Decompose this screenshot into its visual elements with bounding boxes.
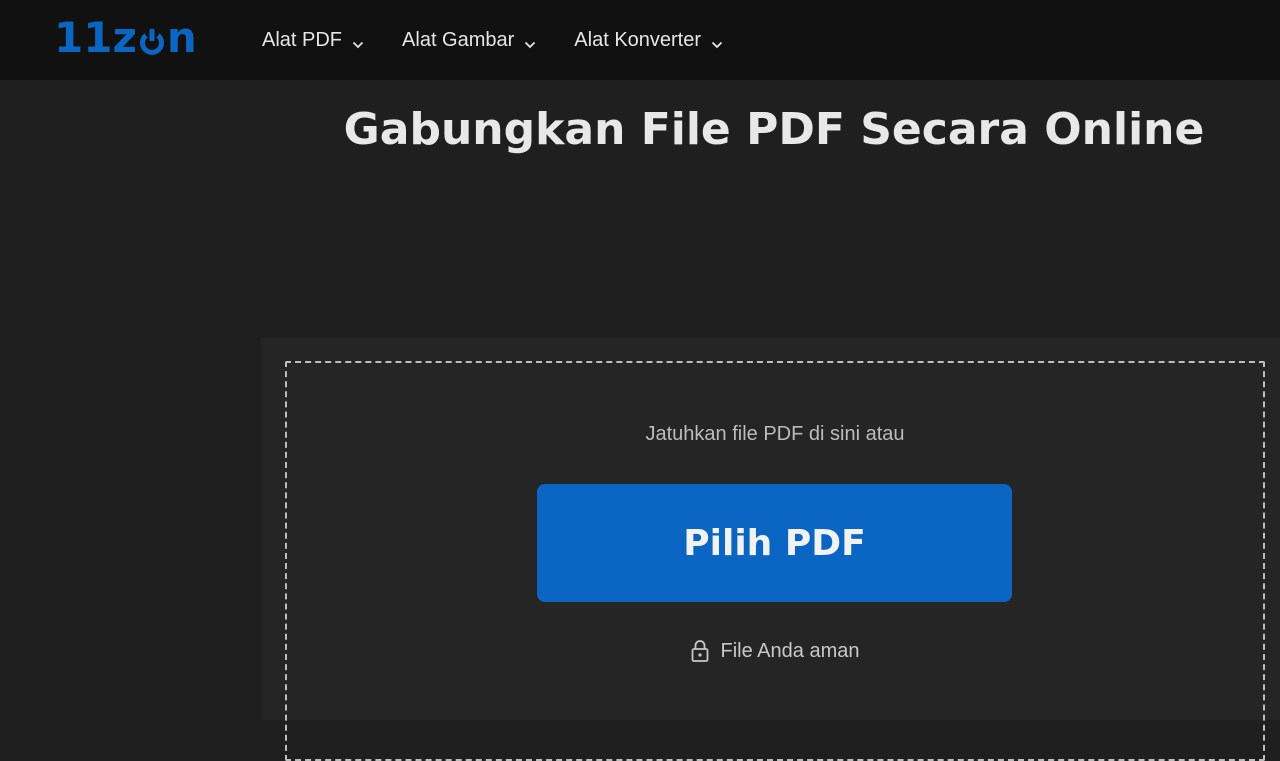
site-logo[interactable]: 11z n <box>54 14 197 62</box>
choose-pdf-button[interactable]: Pilih PDF <box>537 484 1012 602</box>
security-note-text: File Anda aman <box>720 639 860 662</box>
nav-item-label: Alat Konverter <box>574 28 702 51</box>
logo-text-prefix: 11z <box>54 13 137 62</box>
lock-icon <box>691 639 709 663</box>
main-nav: Alat PDF Alat Gambar Alat Konverter <box>262 0 761 80</box>
chevron-down-icon <box>711 34 723 49</box>
nav-item-label: Alat Gambar <box>402 28 515 51</box>
logo-text-suffix: n <box>166 13 197 62</box>
nav-item-image-tools[interactable]: Alat Gambar <box>402 29 536 52</box>
chevron-down-icon <box>524 34 536 49</box>
upload-panel: Jatuhkan file PDF di sini atau Pilih PDF… <box>261 338 1280 761</box>
nav-item-label: Alat PDF <box>262 28 343 51</box>
nav-item-converter-tools[interactable]: Alat Konverter <box>574 29 723 52</box>
nav-item-pdf-tools[interactable]: Alat PDF <box>262 29 364 52</box>
power-icon <box>139 29 165 55</box>
page-title: Gabungkan File PDF Secara Online <box>343 104 1205 155</box>
security-note: File Anda aman <box>287 639 1263 663</box>
file-dropzone[interactable]: Jatuhkan file PDF di sini atau Pilih PDF… <box>285 361 1265 761</box>
chevron-down-icon <box>352 34 364 49</box>
top-navbar: 11z n Alat PDF Alat Gambar Alat Konverter <box>0 0 1280 80</box>
drop-instructions: Jatuhkan file PDF di sini atau <box>645 423 905 445</box>
